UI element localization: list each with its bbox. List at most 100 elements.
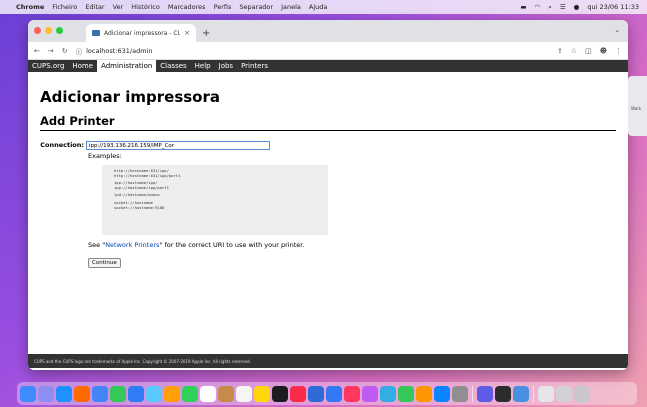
connection-input[interactable] [86,141,270,150]
continue-button[interactable]: Continue [88,258,121,268]
zoom-window-button[interactable] [56,27,63,34]
app-store-icon[interactable] [434,385,450,402]
cups-navbar: CUPS.org Home Administration Classes Hel… [28,60,628,72]
nav-administration[interactable]: Administration [97,60,157,72]
launchpad-icon[interactable] [38,385,54,402]
notes-icon[interactable] [254,385,270,402]
messages-icon[interactable] [110,385,126,402]
dock-separator [472,385,473,402]
status-area: ▬ ◠ ⌕ ☰ ● qui 23/06 11:33 [520,3,639,12]
mail-icon[interactable] [128,385,144,402]
profile-icon[interactable]: ☻ [600,47,607,55]
menu-help[interactable]: Ajuda [309,3,327,11]
menu-file[interactable]: Ficheiro [52,3,77,11]
close-window-button[interactable] [34,27,41,34]
example-line: socket://hostname:9100 [114,204,165,210]
control-center-icon[interactable]: ☰ [560,3,566,11]
tab-strip: Adicionar impressora - CUPS × + ⌄ [28,20,628,42]
photos-icon[interactable] [164,385,180,402]
podcasts-icon[interactable] [362,385,378,402]
nav-home[interactable]: Home [68,60,97,72]
preview-icon[interactable] [477,385,493,402]
side-window-peek[interactable]: Work [628,76,647,136]
safari-icon[interactable] [56,385,72,402]
page-title: Adicionar impressora [40,88,221,106]
sidebar-icon[interactable]: ◫ [585,47,592,55]
dock-separator [533,385,534,402]
numbers-icon[interactable] [380,385,396,402]
url-text: localhost:631/admin [86,46,153,55]
menu-bookmarks[interactable]: Marcadores [168,3,206,11]
browser-tab[interactable]: Adicionar impressora - CUPS × [86,24,196,42]
nav-jobs[interactable]: Jobs [215,60,237,72]
music-icon[interactable] [290,385,306,402]
macos-dock [17,382,637,405]
menu-edit[interactable]: Editar [85,3,104,11]
nav-cups-org[interactable]: CUPS.org [28,60,68,72]
new-tab-icon[interactable]: + [202,28,210,39]
excel-icon[interactable] [398,385,414,402]
chevron-down-icon[interactable]: ⌄ [614,26,620,34]
examples-label: Examples: [88,152,122,160]
macos-menubar: Chrome Ficheiro Editar Ver Histórico Mar… [0,0,647,14]
bookmark-star-icon[interactable]: ☆ [571,47,577,55]
browser-toolbar: ← → ↻ ⓘ localhost:631/admin ⇪ ☆ ◫ ☻ ⋮ [28,42,628,60]
browser-window: Adicionar impressora - CUPS × + ⌄ ← → ↻ … [28,20,628,370]
facetime-icon[interactable] [182,385,198,402]
back-icon[interactable]: ← [34,47,40,55]
word-icon[interactable] [308,385,324,402]
menu-view[interactable]: Ver [113,3,124,11]
traffic-lights [34,27,63,34]
maps-icon[interactable] [146,385,162,402]
apple-tv-icon[interactable] [272,385,288,402]
battery-icon[interactable]: ▬ [520,3,526,11]
toolbar-actions: ⇪ ☆ ◫ ☻ ⋮ [557,47,622,55]
nav-classes[interactable]: Classes [156,60,190,72]
nav-printers[interactable]: Printers [237,60,272,72]
reminders-icon[interactable] [236,385,252,402]
document-icon[interactable] [538,385,554,402]
firefox-icon[interactable] [74,385,90,402]
reload-icon[interactable]: ↻ [62,47,68,55]
chrome-icon[interactable] [92,385,108,402]
tab-title: Adicionar impressora - CUPS [104,29,181,37]
share-icon[interactable]: ⇪ [557,47,563,55]
menubar-clock[interactable]: qui 23/06 11:33 [587,3,639,11]
close-tab-icon[interactable]: × [184,29,190,37]
menu-window[interactable]: Janela [281,3,301,11]
menu-history[interactable]: Histórico [131,3,160,11]
site-info-icon[interactable]: ⓘ [76,46,83,56]
trash-icon[interactable] [574,385,590,402]
nav-help[interactable]: Help [191,60,215,72]
menu-tab[interactable]: Separador [239,3,273,11]
section-heading: Add Printer [40,114,616,131]
system-preferences-icon[interactable] [452,385,468,402]
cups-footer: CUPS and the CUPS logo are trademarks of… [28,354,628,368]
textedit-icon[interactable] [513,385,529,402]
forward-icon[interactable]: → [48,47,54,55]
see-suffix: " for the correct URI to use with your p… [159,241,305,249]
calendar-icon[interactable] [200,385,216,402]
keynote-icon[interactable] [326,385,342,402]
connection-label: Connection: [40,141,84,149]
news-icon[interactable] [344,385,360,402]
search-icon[interactable]: ⌕ [548,3,552,12]
minimize-window-button[interactable] [45,27,52,34]
network-printers-link[interactable]: Network Printers [105,241,159,249]
examples-codebox: http://hostname:631/ipp/ http://hostname… [102,165,328,235]
cups-favicon-icon [92,30,100,36]
address-bar[interactable]: ⓘ localhost:631/admin [76,46,549,56]
window-thumbnail-icon[interactable] [556,385,572,402]
terminal-icon[interactable] [495,385,511,402]
siri-icon[interactable]: ● [574,3,580,11]
connection-row: Connection: [40,141,616,150]
wifi-icon[interactable]: ◠ [535,3,541,11]
menu-kebab-icon[interactable]: ⋮ [615,47,622,55]
see-prefix: See " [88,241,106,249]
menubar-app-name[interactable]: Chrome [16,3,44,11]
see-network-printers-text: See "Network Printers" for the correct U… [88,241,616,249]
finder-icon[interactable] [20,385,36,402]
contacts-icon[interactable] [218,385,234,402]
menu-profiles[interactable]: Perfis [214,3,232,11]
pages-icon[interactable] [416,385,432,402]
